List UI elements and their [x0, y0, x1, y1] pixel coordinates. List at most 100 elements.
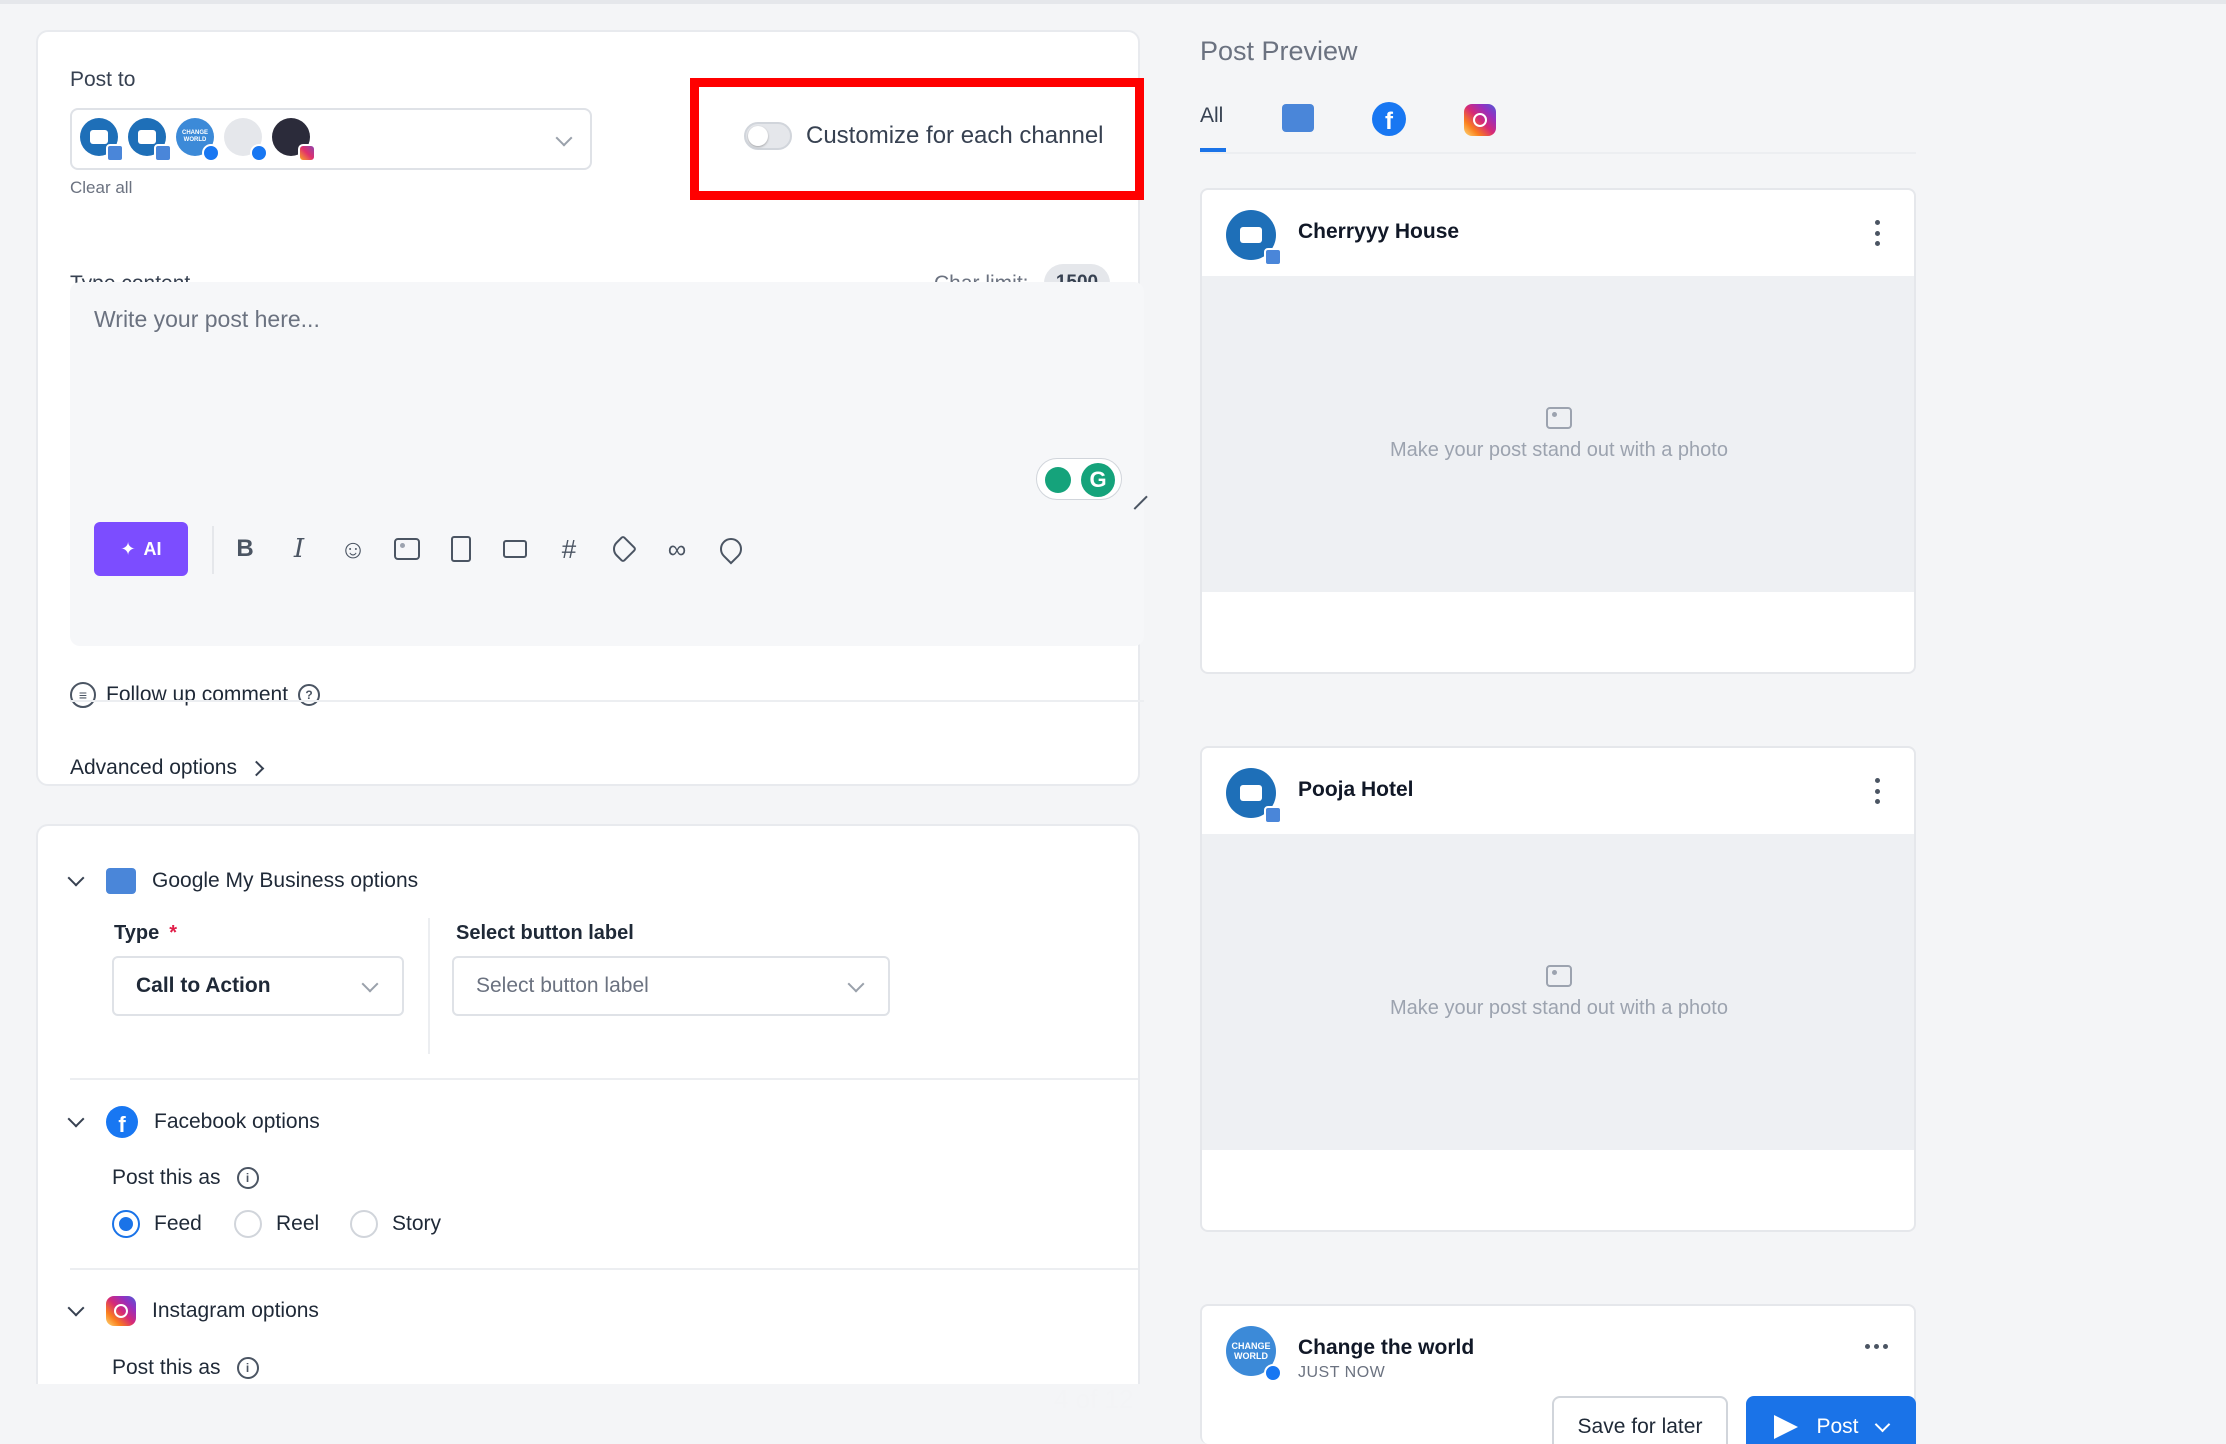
video-icon[interactable]: [500, 534, 530, 564]
document-icon[interactable]: [446, 534, 476, 564]
preview-account-name: Pooja Hotel: [1298, 778, 1414, 802]
preview-tab-facebook-icon[interactable]: f: [1372, 102, 1406, 136]
button-label-dropdown[interactable]: Select button label: [452, 956, 890, 1016]
photo-placeholder[interactable]: Make your post stand out with a photo: [1202, 834, 1916, 1150]
required-mark: *: [169, 922, 177, 944]
comment-icon: ≡: [70, 682, 96, 708]
button-label-title: Select button label: [456, 922, 634, 945]
preview-account-name: Cherryyy House: [1298, 220, 1459, 244]
radio-dot: [234, 1210, 262, 1238]
radio-feed[interactable]: Feed: [112, 1210, 202, 1238]
avatar: CHANGEWORLD: [1226, 1326, 1276, 1376]
post-button-label: Post: [1816, 1415, 1858, 1439]
photo-placeholder[interactable]: Make your post stand out with a photo: [1202, 276, 1916, 592]
instagram-options-header[interactable]: Instagram options: [70, 1296, 319, 1326]
instagram-options-title: Instagram options: [152, 1299, 319, 1323]
customize-toggle[interactable]: [744, 122, 792, 150]
info-icon[interactable]: i: [237, 1167, 259, 1189]
grammarly-widget[interactable]: G: [1036, 458, 1122, 500]
instagram-post-as: Post this as i: [112, 1356, 259, 1380]
toolbar-divider: [212, 526, 214, 574]
radio-reel-label: Reel: [276, 1212, 319, 1236]
chevron-down-icon[interactable]: [1874, 1416, 1890, 1432]
radio-story-label: Story: [392, 1212, 441, 1236]
instagram-badge-icon: [298, 144, 316, 162]
channel-select[interactable]: CHANGE WORLD: [70, 108, 592, 170]
top-border: [0, 0, 2226, 4]
emoji-icon[interactable]: ☺: [338, 534, 368, 564]
photo-hint: Make your post stand out with a photo: [1390, 439, 1728, 462]
avatar: [1226, 768, 1276, 818]
gmb-badge-icon: [106, 144, 124, 162]
divider: [70, 1078, 1140, 1080]
tab-divider: [1200, 152, 1916, 154]
italic-icon[interactable]: I: [284, 534, 314, 564]
save-for-later-button[interactable]: Save for later: [1552, 1396, 1728, 1444]
more-options-icon[interactable]: [1865, 1344, 1888, 1349]
facebook-badge-icon: [1264, 1364, 1282, 1382]
facebook-icon: f: [106, 1106, 138, 1138]
chevron-down-icon[interactable]: [556, 130, 573, 147]
bold-icon[interactable]: B: [230, 534, 260, 564]
info-icon[interactable]: i: [237, 1357, 259, 1379]
facebook-post-as-label: Post this as: [112, 1166, 221, 1190]
gmb-options-header[interactable]: Google My Business options: [70, 868, 418, 894]
editor-placeholder: Write your post here...: [94, 306, 320, 333]
preview-card: Cherryyy House Make your post stand out …: [1200, 188, 1916, 674]
resize-handle[interactable]: [1122, 484, 1147, 509]
advanced-options[interactable]: Advanced options: [70, 756, 262, 780]
help-icon[interactable]: ?: [298, 684, 320, 706]
preview-account-name: Change the world: [1298, 1336, 1474, 1360]
facebook-options-header[interactable]: f Facebook options: [70, 1106, 320, 1138]
more-options-icon[interactable]: [1874, 220, 1880, 246]
more-options-icon[interactable]: [1874, 778, 1880, 804]
post-button[interactable]: Post: [1746, 1396, 1916, 1444]
channel-avatar-change-world[interactable]: CHANGE WORLD: [176, 118, 214, 156]
lightbulb-icon: [1045, 467, 1071, 493]
preview-timestamp: JUST NOW: [1298, 1364, 1385, 1382]
chevron-down-icon: [848, 976, 865, 993]
tag-icon[interactable]: [608, 534, 638, 564]
facebook-badge-icon: [250, 144, 268, 162]
preview-tab-gmb-icon[interactable]: [1282, 104, 1314, 132]
image-icon[interactable]: [392, 534, 422, 564]
location-icon[interactable]: [716, 534, 746, 564]
facebook-post-as: Post this as i: [112, 1166, 259, 1190]
ai-button[interactable]: ✦ AI: [94, 522, 188, 576]
channel-avatar-facebook-2[interactable]: [224, 118, 262, 156]
radio-story[interactable]: Story: [350, 1210, 441, 1238]
channel-avatar-gmb-1[interactable]: [80, 118, 118, 156]
channel-avatar-instagram[interactable]: [272, 118, 310, 156]
type-dropdown[interactable]: Call to Action: [112, 956, 404, 1016]
gmb-badge-icon: [1264, 806, 1282, 824]
channel-options-card: Google My Business options Type* Call to…: [36, 824, 1140, 1384]
preview-card: Pooja Hotel Make your post stand out wit…: [1200, 746, 1916, 1232]
button-label-placeholder: Select button label: [476, 974, 649, 998]
send-icon: [1774, 1415, 1798, 1439]
instagram-post-as-label: Post this as: [112, 1356, 221, 1380]
preview-tab-all[interactable]: All: [1200, 104, 1223, 128]
clear-all-link[interactable]: Clear all: [70, 178, 132, 198]
ai-button-label: AI: [144, 539, 162, 560]
radio-feed-label: Feed: [154, 1212, 202, 1236]
instagram-icon: [106, 1296, 136, 1326]
vertical-divider: [428, 918, 430, 1054]
chevron-down-icon: [68, 870, 85, 887]
link-icon[interactable]: ∞: [662, 534, 692, 564]
divider: [70, 700, 1144, 702]
google-my-business-icon: [106, 868, 136, 894]
avatar-text: CHANGE WORLD: [176, 130, 214, 144]
preview-tab-instagram-icon[interactable]: [1464, 104, 1496, 136]
chevron-down-icon: [68, 1300, 85, 1317]
post-editor[interactable]: Write your post here... G ✦ AI B I ☺ # ∞: [70, 282, 1144, 646]
advanced-options-label: Advanced options: [70, 756, 237, 780]
channel-avatar-gmb-2[interactable]: [128, 118, 166, 156]
radio-reel[interactable]: Reel: [234, 1210, 319, 1238]
follow-up-comment[interactable]: ≡ Follow up comment ?: [70, 682, 320, 708]
sparkle-icon: ✦: [120, 539, 135, 560]
type-dropdown-value: Call to Action: [136, 974, 271, 998]
gmb-badge-icon: [154, 144, 172, 162]
active-tab-indicator: [1200, 148, 1226, 152]
hashtag-icon[interactable]: #: [554, 534, 584, 564]
gmb-options-title: Google My Business options: [152, 869, 418, 893]
